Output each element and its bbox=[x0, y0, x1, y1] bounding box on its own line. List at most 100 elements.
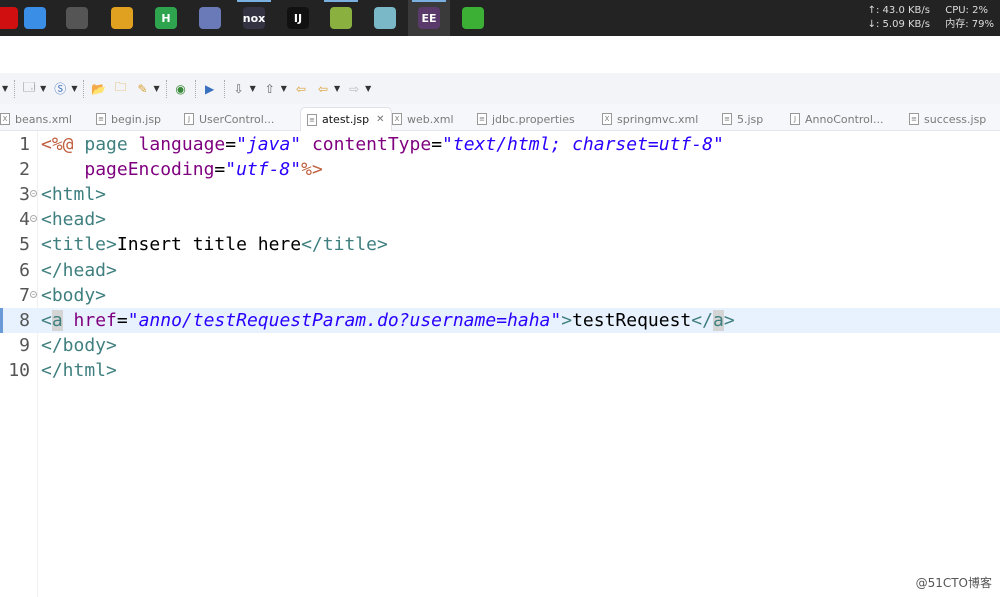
tab-jdbc-properties[interactable]: ≡ jdbc.properties bbox=[477, 107, 575, 131]
dropdown-arrow[interactable]: ▼ bbox=[365, 84, 371, 93]
taskbar-app-chrome[interactable] bbox=[101, 0, 143, 36]
token-jsp: <%@ bbox=[41, 134, 85, 155]
code-line[interactable]: 3− <html> bbox=[0, 182, 1000, 207]
tab-web-xml[interactable]: Xweb.xml bbox=[392, 107, 454, 131]
cpu-usage: CPU: 2% bbox=[945, 5, 988, 16]
notes-icon bbox=[374, 7, 396, 29]
code-text: </html> bbox=[41, 358, 117, 383]
taskbar-app-eclipse-javaee[interactable]: EE bbox=[408, 0, 450, 36]
forward-icon[interactable]: ⇨ bbox=[346, 81, 362, 97]
new-server-icon[interactable]: 🗔 bbox=[21, 80, 37, 97]
tab-usercontrol-[interactable]: J UserControl... bbox=[184, 107, 274, 131]
code-line[interactable]: 6 </head> bbox=[0, 258, 1000, 283]
taskbar-app-remote-desktop[interactable] bbox=[56, 0, 98, 36]
tab-springmvc-xml[interactable]: Xspringmvc.xml bbox=[602, 107, 698, 131]
line-number: 1 bbox=[19, 134, 30, 155]
tab-success-jsp[interactable]: ≡ success.jsp bbox=[909, 107, 986, 131]
eclipse-toolbar: ▼ 🗔 ▼ Ⓢ ▼ 📂 🗀 ✎ ▼ ◉ ▶ ⇩ ▼ ⇧ ▼ ⇦ ⇦ ▼ ⇨ ▼ bbox=[0, 73, 1000, 104]
spring-icon[interactable]: Ⓢ bbox=[52, 81, 68, 97]
taskbar-app-nox[interactable]: nox bbox=[233, 0, 275, 36]
dropdown-arrow[interactable]: ▼ bbox=[281, 84, 287, 93]
open-folder-icon[interactable]: 🗀 bbox=[112, 80, 128, 97]
mysql-dolphin-icon bbox=[199, 7, 221, 29]
token-str: "text/html; charset=utf-8" bbox=[442, 134, 724, 155]
last-edit-icon[interactable]: ⇦ bbox=[293, 81, 309, 97]
separator bbox=[14, 79, 16, 98]
chrome-icon bbox=[111, 7, 133, 29]
token-tag: </title> bbox=[301, 234, 388, 256]
token-txt: testRequest bbox=[572, 309, 692, 331]
brush-icon[interactable]: ✎ bbox=[134, 81, 150, 97]
tab-begin-jsp[interactable]: ≡ begin.jsp bbox=[96, 107, 161, 131]
taskbar-app-notes[interactable] bbox=[364, 0, 406, 36]
code-line[interactable]: 4− <head> bbox=[0, 207, 1000, 232]
dropdown-arrow[interactable]: ▼ bbox=[334, 84, 340, 93]
token-txt: = bbox=[431, 134, 443, 155]
fold-toggle-icon[interactable]: − bbox=[30, 215, 37, 223]
code-line[interactable]: 10 </html> bbox=[0, 358, 1000, 383]
code-text: </head> bbox=[41, 258, 117, 283]
token-tag: <head> bbox=[41, 209, 107, 231]
code-line[interactable]: 9 </body> bbox=[0, 333, 1000, 358]
file-icon: ≡ bbox=[909, 113, 919, 125]
code-line[interactable]: 2 pageEncoding="utf-8"%> bbox=[0, 157, 1000, 182]
file-icon: X bbox=[392, 113, 402, 125]
tab-atest-jsp[interactable]: ≡ atest.jsp ✕ bbox=[300, 107, 392, 131]
dropdown-arrow[interactable]: ▼ bbox=[250, 84, 256, 93]
dropdown-arrow[interactable]: ▼ bbox=[71, 84, 77, 93]
dropdown-arrow[interactable]: ▼ bbox=[153, 84, 159, 93]
token-tag: </head> bbox=[41, 259, 117, 281]
line-number: 4 bbox=[19, 209, 30, 231]
tab-label: springmvc.xml bbox=[617, 112, 699, 126]
taskbar-app-intellij-idea[interactable]: IJ bbox=[277, 0, 319, 36]
code-text: <html> bbox=[41, 182, 106, 207]
code-text: </body> bbox=[41, 333, 117, 358]
token-txt: = bbox=[225, 134, 237, 155]
dropdown-arrow[interactable]: ▼ bbox=[2, 84, 8, 93]
token-attr: href bbox=[73, 309, 117, 331]
token-txt: = bbox=[214, 159, 226, 181]
run-icon[interactable]: ▶ bbox=[202, 81, 218, 97]
code-line[interactable]: 5 <title>Insert title here</title> bbox=[0, 232, 1000, 257]
token-tag: > bbox=[723, 309, 735, 331]
tab-label: jdbc.properties bbox=[492, 112, 575, 126]
close-tab-icon[interactable]: ✕ bbox=[376, 114, 384, 125]
tab-label: begin.jsp bbox=[111, 112, 162, 126]
token-str: "anno/testRequestParam.do?username=haha" bbox=[127, 309, 562, 331]
token-jsp: %> bbox=[301, 159, 323, 181]
code-line[interactable]: 7− <body> bbox=[0, 283, 1000, 308]
code-line[interactable]: 8 <a href="anno/testRequestParam.do?usern… bbox=[0, 307, 1000, 333]
file-icon: ≡ bbox=[722, 113, 732, 125]
fold-toggle-icon[interactable]: − bbox=[30, 190, 37, 198]
token-tag: </html> bbox=[41, 359, 117, 381]
next-annotation-icon[interactable]: ⇩ bbox=[231, 81, 247, 97]
taskbar-app-wechat[interactable] bbox=[452, 0, 494, 36]
taskbar-app-notepad-plus[interactable] bbox=[320, 0, 362, 36]
dropdown-arrow[interactable]: ▼ bbox=[40, 84, 46, 93]
file-icon: X bbox=[0, 113, 10, 125]
taskbar-app-mysql-dolphin[interactable] bbox=[189, 0, 231, 36]
back-icon[interactable]: ⇦ bbox=[315, 81, 331, 97]
open-type-icon[interactable]: 📂 bbox=[90, 81, 106, 97]
tab-annocontrol-[interactable]: J AnnoControl... bbox=[790, 107, 883, 131]
tab-beans-xml[interactable]: Xbeans.xml bbox=[0, 107, 72, 131]
token-hl: a bbox=[51, 309, 63, 331]
code-line[interactable]: 1 <%@ page language="java" contentType="t… bbox=[0, 132, 1000, 157]
file-icon: J bbox=[790, 113, 800, 125]
editor-tabs: Xbeans.xml ≡ begin.jsp J UserControl... ≡ ates… bbox=[0, 104, 1000, 131]
tab-label: UserControl... bbox=[199, 112, 275, 126]
previous-annotation-icon[interactable]: ⇧ bbox=[262, 81, 278, 97]
globe-icon[interactable]: ◉ bbox=[173, 81, 189, 97]
file-icon: J bbox=[184, 113, 194, 125]
fold-toggle-icon[interactable]: − bbox=[30, 290, 37, 298]
tab-5-jsp[interactable]: ≡ 5.jsp bbox=[722, 107, 763, 131]
taskbar-app-hbuilder[interactable]: H bbox=[145, 0, 187, 36]
token-txt: Insert title here bbox=[116, 234, 302, 256]
wechat-icon bbox=[462, 7, 484, 29]
taskbar-app-baidu-netdisk[interactable] bbox=[14, 0, 56, 36]
code-text: <head> bbox=[41, 207, 106, 232]
download-speed: ↓: 5.09 KB/s bbox=[867, 19, 930, 30]
line-number: 8 bbox=[19, 309, 30, 331]
code-editor[interactable]: 1 <%@ page language="java" contentType="t… bbox=[0, 131, 1000, 597]
